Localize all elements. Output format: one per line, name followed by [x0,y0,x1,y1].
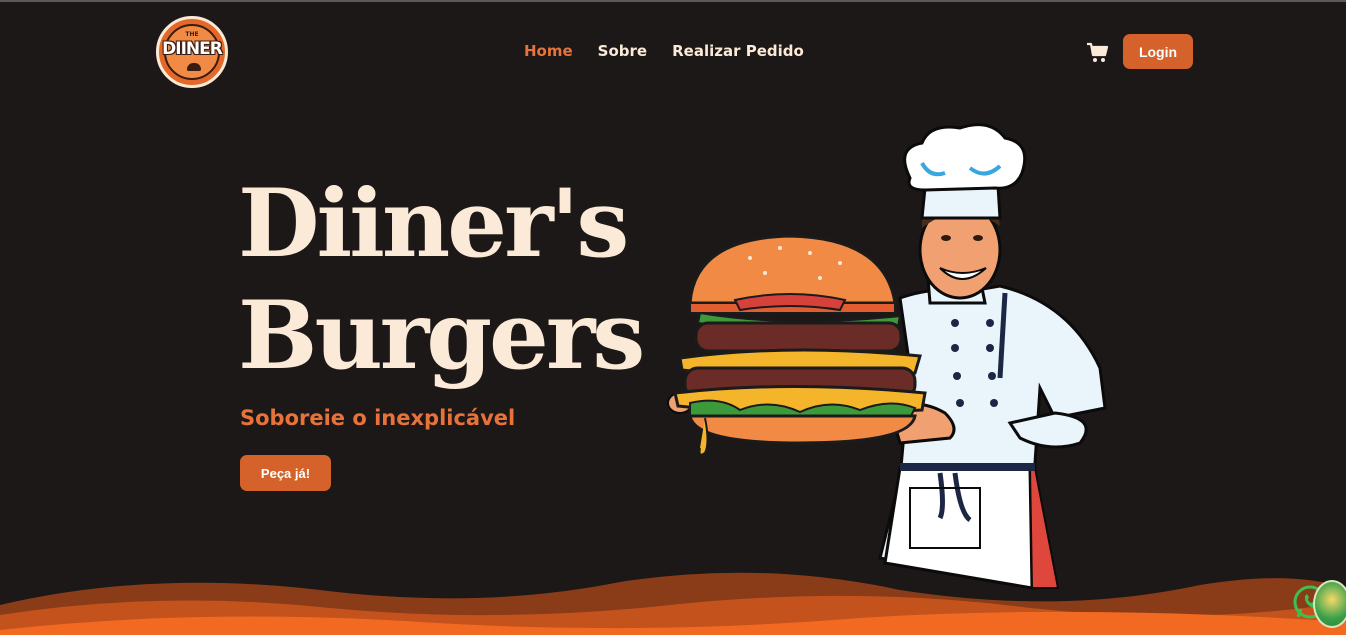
hero-title-line-2: Burgers [238,281,645,391]
logo-burger-icon [187,63,201,71]
cart-icon[interactable] [1086,42,1110,64]
login-button[interactable]: Login [1123,34,1193,69]
nav-home[interactable]: Home [524,42,573,60]
chef-burger-illustration [667,123,1107,590]
logo-word: DIINER [162,39,223,59]
order-now-button[interactable]: Peça já! [240,455,331,491]
nav-realizar-pedido[interactable]: Realizar Pedido [672,42,804,60]
hero-title: Diiner's Burgers [238,168,645,392]
main-nav: Home Sobre Realizar Pedido [524,42,804,60]
top-border [0,0,1346,2]
hero-title-line-1: Diiner's [238,169,629,279]
chat-avatar-badge[interactable] [1313,580,1346,628]
hero-subtitle: Soboreie o inexplicável [240,406,516,430]
nav-sobre[interactable]: Sobre [598,42,647,60]
bottom-waves [0,572,1346,635]
brand-logo[interactable]: THE DIINER [156,16,228,88]
logo-small-text: THE [185,31,199,38]
